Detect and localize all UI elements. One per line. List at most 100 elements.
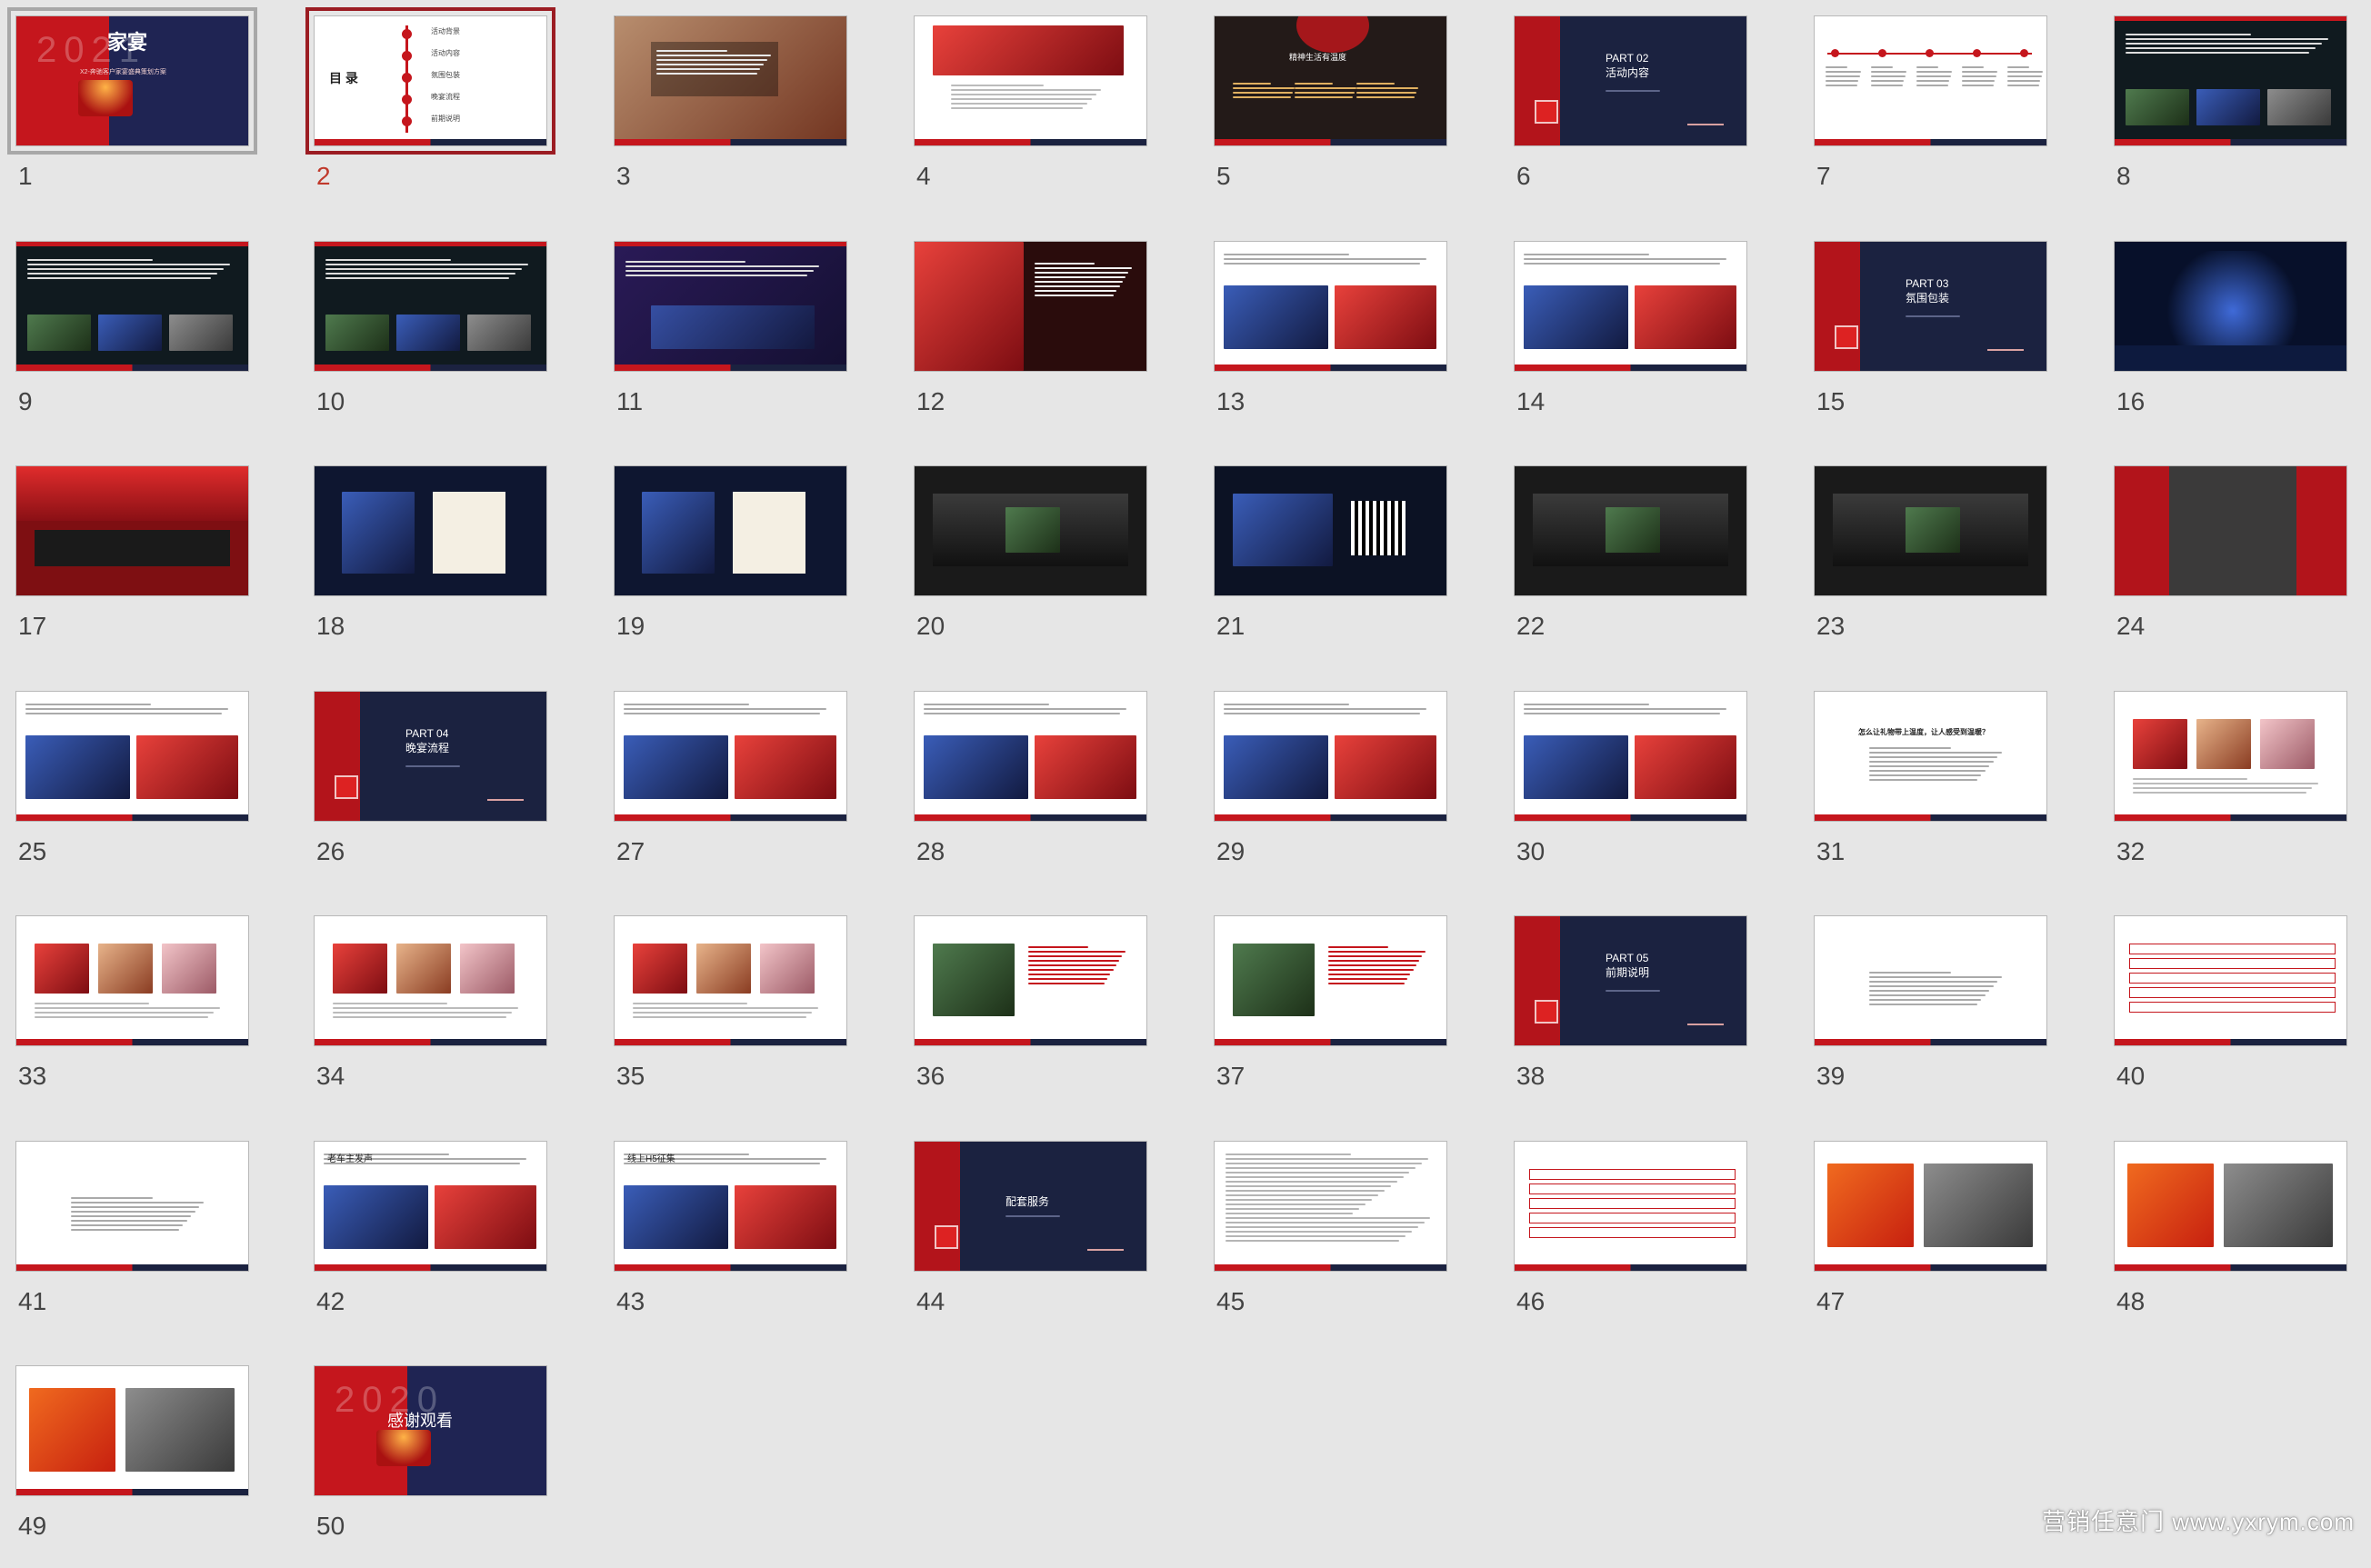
slide-thumbnail-9[interactable]: 9 (0, 225, 300, 444)
red-drapes (16, 466, 248, 521)
slide-thumbnail-4[interactable]: 4 (898, 0, 1198, 218)
text-line (1826, 71, 1861, 73)
slide-thumbnail-50[interactable]: 2020 感谢观看 50 (298, 1350, 598, 1568)
text-line (1233, 87, 1295, 89)
slide-thumbnail-49[interactable]: 49 (0, 1350, 300, 1568)
photo (467, 315, 531, 351)
slide-thumbnail-33[interactable]: 33 (0, 900, 300, 1118)
slide-thumbnail-23[interactable]: 23 (1798, 450, 2098, 668)
slide-thumbnail-26[interactable]: PART 04 晚宴流程 26 (298, 675, 598, 894)
slide-thumbnail-15[interactable]: PART 03 氛围包装 15 (1798, 225, 2098, 444)
slide-thumbnail-38[interactable]: PART 05 前期说明 38 (1498, 900, 1798, 1118)
slide-number: 45 (1216, 1287, 1246, 1315)
slide-thumbnail-31[interactable]: 怎么让礼物带上温度，让人感受到温暖？ 31 (1798, 675, 2098, 894)
slide-thumbnail-34[interactable]: 34 (298, 900, 598, 1118)
text-line (633, 1016, 807, 1018)
text-line (27, 277, 212, 279)
text-lines (1035, 260, 1135, 299)
text-line (1328, 946, 1388, 948)
text-lines (2126, 31, 2335, 56)
text-line (71, 1202, 204, 1203)
text-line (35, 1007, 220, 1009)
slide-thumbnail-10[interactable]: 10 (298, 225, 598, 444)
text-lines (633, 1000, 824, 1021)
slide-thumbnail-19[interactable]: 19 (598, 450, 898, 668)
slide-thumbnail-35[interactable]: 35 (598, 900, 898, 1118)
slide-thumbnail-28[interactable]: 28 (898, 675, 1198, 894)
text-line (333, 1012, 513, 1014)
slide-thumbnail-7[interactable]: 7 (1798, 0, 2098, 218)
slide-thumbnail-3[interactable]: 3 (598, 0, 898, 218)
footer-bar (1815, 814, 2046, 821)
footer-bar (315, 1264, 546, 1271)
slide-preview: PART 03 氛围包装 (1814, 241, 2047, 372)
slide-thumbnail-43[interactable]: 线上H5征集 43 (598, 1125, 898, 1343)
text-line (1035, 285, 1120, 287)
text-line (1028, 964, 1116, 966)
slide-thumbnail-37[interactable]: 37 (1198, 900, 1498, 1118)
slide-thumbnail-36[interactable]: 36 (898, 900, 1198, 1118)
slide-thumbnail-16[interactable]: 16 (2098, 225, 2371, 444)
slide-thumbnail-46[interactable]: 46 (1498, 1125, 1798, 1343)
text-line (1826, 80, 1859, 82)
slide-thumbnail-39[interactable]: 39 (1798, 900, 2098, 1118)
text-line (1226, 1158, 1429, 1160)
slide-thumbnail-20[interactable]: 20 (898, 450, 1198, 668)
slide-thumbnail-48[interactable]: 48 (2098, 1125, 2371, 1343)
slide-preview: 2020 感谢观看 (314, 1365, 547, 1496)
text-line (1962, 85, 1995, 86)
slide-thumbnail-13[interactable]: 13 (1198, 225, 1498, 444)
slide-thumbnail-25[interactable]: 25 (0, 675, 300, 894)
slide-title: 线上H5征集 (627, 1154, 675, 1164)
photo (460, 944, 515, 994)
slide-thumbnail-2[interactable]: 目 录 活动背景 活动内容 氛围包装 晚宴流程 前期说明 2 (298, 0, 598, 218)
photo (2267, 89, 2331, 125)
slide-thumbnail-14[interactable]: 14 (1498, 225, 1798, 444)
text-line (1226, 1190, 1385, 1192)
slide-thumbnail-5[interactable]: 精神生活有温度 5 (1198, 0, 1498, 218)
text-line (1226, 1203, 1366, 1205)
slide-thumbnail-8[interactable]: 8 (2098, 0, 2371, 218)
text-line (1524, 713, 1721, 714)
photo (324, 1185, 428, 1249)
text-lines (405, 763, 496, 770)
gift-ribbon (1535, 1000, 1558, 1024)
photo (1906, 507, 1960, 553)
slide-thumbnail-32[interactable]: 32 (2098, 675, 2371, 894)
slide-thumbnail-42[interactable]: 老车主发声 42 (298, 1125, 598, 1343)
slide-thumbnail-18[interactable]: 18 (298, 450, 598, 668)
slide-thumbnail-40[interactable]: 40 (2098, 900, 2371, 1118)
slide-preview (914, 691, 1147, 822)
text-line (27, 273, 218, 275)
slide-thumbnail-1[interactable]: 2021 家宴 X2-奔驰客户家宴盛典策划方案 1 (0, 0, 300, 218)
text-line (1869, 774, 1981, 776)
text-line (924, 708, 1127, 710)
slide-preview (1814, 915, 2047, 1046)
slide-thumbnail-24[interactable]: 24 (2098, 450, 2371, 668)
slide-thumbnail-6[interactable]: PART 02 活动内容 6 (1498, 0, 1798, 218)
slide-thumbnail-27[interactable]: 27 (598, 675, 898, 894)
photo (169, 315, 233, 351)
slide-preview (914, 241, 1147, 372)
slide-thumbnail-44[interactable]: 配套服务 44 (898, 1125, 1198, 1343)
toc-dot (402, 29, 412, 39)
slide-thumbnail-11[interactable]: 11 (598, 225, 898, 444)
slide-thumbnail-17[interactable]: 17 (0, 450, 300, 668)
slide-thumbnail-21[interactable]: 21 (1198, 450, 1498, 668)
photo (25, 735, 130, 799)
slide-thumbnail-41[interactable]: 41 (0, 1125, 300, 1343)
slide-thumbnail-29[interactable]: 29 (1198, 675, 1498, 894)
footer-bar (1215, 1039, 1446, 1045)
text-line (1035, 281, 1123, 283)
photo (624, 1185, 728, 1249)
text-line (71, 1211, 195, 1213)
slide-thumbnail-45[interactable]: 45 (1198, 1125, 1498, 1343)
text-lines (1224, 701, 1433, 717)
slide-thumbnail-47[interactable]: 47 (1798, 1125, 2098, 1343)
text-line (2007, 80, 2041, 82)
slide-thumbnail-30[interactable]: 30 (1498, 675, 1798, 894)
text-line (1871, 66, 1893, 68)
slide-thumbnail-22[interactable]: 22 (1498, 450, 1798, 668)
slide-thumbnail-12[interactable]: 12 (898, 225, 1198, 444)
footer-bar (615, 365, 846, 371)
